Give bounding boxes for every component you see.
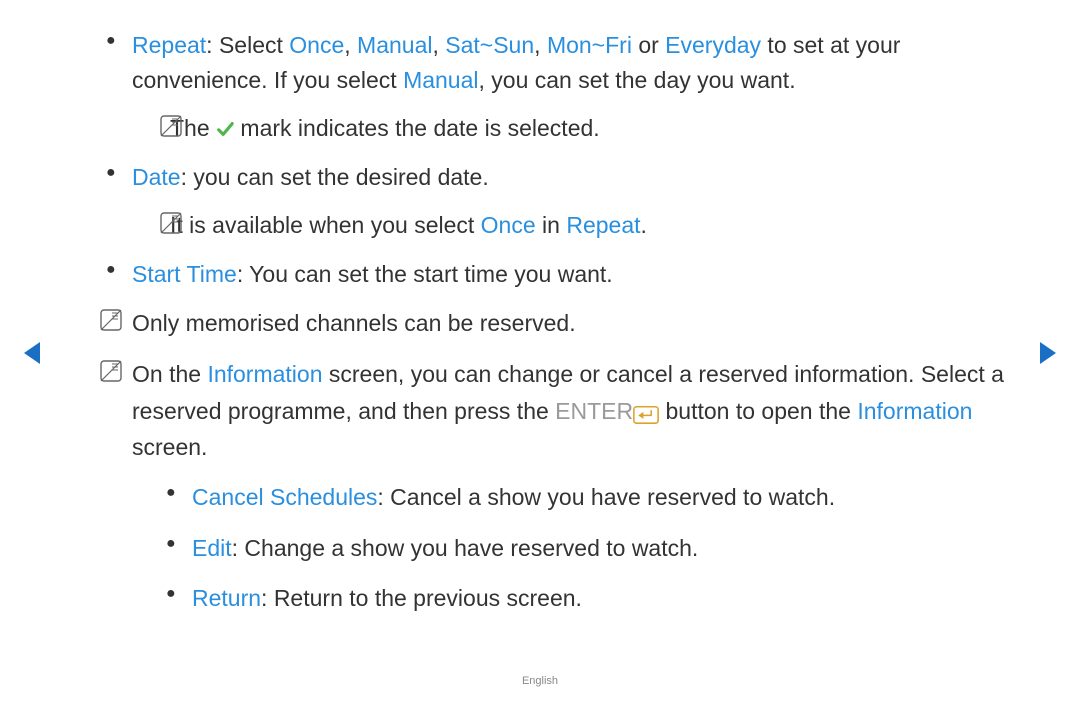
label-enter-key: ENTER [555, 398, 633, 424]
note-information-screen: On the Information screen, you can chang… [100, 356, 1010, 466]
note-icon [100, 309, 122, 331]
bullet-edit: Edit: Change a show you have reserved to… [160, 531, 1010, 566]
text: , [534, 32, 547, 58]
label-information: Information [857, 398, 972, 424]
text: mark indicates the date is selected. [234, 115, 600, 141]
text: , [344, 32, 357, 58]
note-icon [160, 115, 182, 137]
text: . [641, 212, 647, 238]
bullet-return: Return: Return to the previous screen. [160, 581, 1010, 616]
text: Only memorised channels can be reserved. [132, 310, 576, 336]
opt-once: Once [289, 32, 344, 58]
note-date-availability: It is available when you select Once in … [130, 208, 1010, 243]
bullet-cancel-schedules: Cancel Schedules: Cancel a show you have… [160, 480, 1010, 515]
opt-manual2: Manual [403, 67, 478, 93]
text: : Change a show you have reserved to wat… [232, 535, 699, 561]
triangle-right-icon [1038, 340, 1058, 366]
text: On the [132, 361, 207, 387]
text: : Cancel a show you have reserved to wat… [377, 484, 835, 510]
bullet-date: Date: you can set the desired date. [100, 160, 1010, 195]
note-icon [100, 360, 122, 382]
text: or [632, 32, 665, 58]
label-edit: Edit [192, 535, 232, 561]
label-return: Return [192, 585, 261, 611]
label-repeat-ref: Repeat [566, 212, 640, 238]
note-checkmark-meaning: The mark indicates the date is selected. [130, 111, 1010, 146]
label-repeat: Repeat [132, 32, 206, 58]
label-information: Information [207, 361, 322, 387]
footer-language: English [0, 675, 1080, 687]
text: button to open the [659, 398, 857, 424]
text: : Select [206, 32, 289, 58]
text: in [536, 212, 567, 238]
text: screen. [132, 434, 207, 460]
text: : You can set the start time you want. [237, 261, 613, 287]
text: : Return to the previous screen. [261, 585, 582, 611]
opt-manual: Manual [357, 32, 432, 58]
nav-prev-button[interactable] [22, 340, 42, 366]
note-memorised-channels: Only memorised channels can be reserved. [100, 305, 1010, 342]
nav-next-button[interactable] [1038, 340, 1058, 366]
bullet-start-time: Start Time: You can set the start time y… [100, 257, 1010, 292]
triangle-left-icon [22, 340, 42, 366]
text: : you can set the desired date. [181, 164, 489, 190]
opt-satsun: Sat~Sun [445, 32, 534, 58]
opt-once: Once [481, 212, 536, 238]
text: , you can set the day you want. [479, 67, 796, 93]
enter-icon [633, 405, 659, 424]
label-cancel-schedules: Cancel Schedules [192, 484, 377, 510]
opt-everyday: Everyday [665, 32, 761, 58]
checkmark-icon [216, 120, 234, 138]
opt-monfri: Mon~Fri [547, 32, 632, 58]
text: , [432, 32, 445, 58]
note-icon [160, 212, 182, 234]
label-start-time: Start Time [132, 261, 237, 287]
label-date: Date [132, 164, 181, 190]
text: It is available when you select [170, 212, 481, 238]
bullet-repeat: Repeat: Select Once, Manual, Sat~Sun, Mo… [100, 28, 1010, 97]
manual-page: Repeat: Select Once, Manual, Sat~Sun, Mo… [0, 0, 1080, 705]
